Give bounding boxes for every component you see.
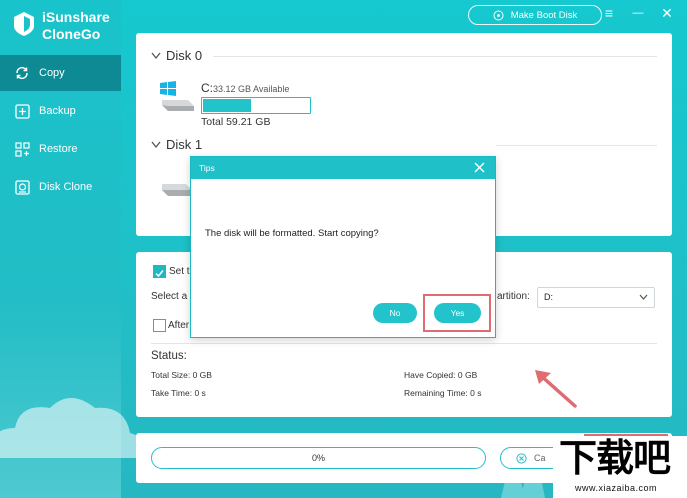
chevron-down-icon — [151, 141, 161, 148]
sidebar-item-backup[interactable]: Backup — [0, 93, 121, 129]
disk-clone-icon — [14, 179, 30, 195]
divider — [151, 343, 657, 344]
sidebar: iSunshare CloneGo Copy Backup Restore Di… — [0, 0, 146, 498]
drive-letter: C: — [201, 81, 213, 95]
total-size: Total Size: 0 GB — [151, 370, 212, 380]
watermark: 下载吧 www.xiazaiba.com — [553, 436, 687, 498]
restore-icon — [14, 141, 30, 157]
close-icon[interactable] — [472, 160, 487, 175]
status-title: Status: — [151, 350, 187, 362]
divider — [213, 56, 657, 57]
app-window: iSunshare CloneGo Copy Backup Restore Di… — [0, 0, 687, 498]
disk1-title: Disk 1 — [166, 137, 203, 152]
set-label: Set t — [169, 266, 190, 277]
app-logo: iSunshare CloneGo — [14, 9, 119, 45]
dialog-title: Tips — [199, 163, 215, 173]
set-checkbox[interactable] — [153, 265, 166, 278]
drive-usage-fill — [203, 99, 251, 112]
after-label: After — [168, 320, 190, 331]
partition-value: D: — [544, 292, 553, 302]
take-time: Take Time: 0 s — [151, 388, 206, 398]
sidebar-item-label: Copy — [39, 67, 65, 79]
select-label: Select a — [151, 291, 188, 302]
disk0-header[interactable]: Disk 0 — [151, 48, 202, 63]
chevron-down-icon — [151, 52, 161, 59]
title-bar: Make Boot Disk ≡ — ✕ — [121, 0, 687, 30]
windows-drive-icon[interactable] — [158, 80, 196, 114]
menu-icon[interactable]: ≡ — [600, 4, 618, 22]
after-checkbox[interactable] — [153, 319, 166, 332]
make-boot-disk-button[interactable]: Make Boot Disk — [468, 5, 602, 25]
dialog-message: The disk will be formatted. Start copyin… — [205, 228, 379, 239]
drive-total: Total 59.21 GB — [201, 116, 271, 128]
close-icon[interactable]: ✕ — [658, 4, 676, 22]
chevron-down-icon — [639, 294, 648, 300]
sidebar-item-copy[interactable]: Copy — [0, 55, 121, 91]
annotation-arrow — [535, 370, 577, 408]
divider — [496, 145, 657, 146]
sidebar-item-label: Restore — [39, 143, 78, 155]
logo-icon — [14, 12, 34, 36]
copy-icon — [14, 65, 30, 81]
drive-available: 33.12 GB Available — [213, 84, 290, 94]
dialog-title-bar: Tips — [191, 157, 495, 179]
no-button[interactable]: No — [373, 303, 417, 323]
watermark-text: 下载吧 — [559, 438, 671, 480]
app-name: iSunshare CloneGo — [42, 9, 110, 43]
progress-text: 0% — [311, 453, 325, 463]
remaining-time: Remaining Time: 0 s — [404, 388, 482, 398]
yes-button[interactable]: Yes — [434, 303, 481, 323]
disc-icon — [493, 10, 504, 20]
watermark-url: www.xiazaiba.com — [575, 483, 658, 493]
backup-icon — [14, 103, 30, 119]
disk1-header[interactable]: Disk 1 — [151, 137, 202, 152]
drive-c-label: C:33.12 GB Available — [201, 81, 289, 95]
make-boot-disk-label: Make Boot Disk — [510, 9, 578, 21]
sidebar-item-label: Disk Clone — [39, 181, 93, 193]
app-name-line1: iSunshare — [42, 9, 110, 25]
copy-progress-bar: 0% — [151, 447, 486, 469]
partition-select[interactable]: D: — [537, 287, 655, 308]
cancel-label: Ca — [534, 453, 546, 463]
app-name-line2: CloneGo — [42, 26, 101, 42]
sidebar-item-restore[interactable]: Restore — [0, 131, 121, 167]
have-copied: Have Copied: 0 GB — [404, 370, 478, 380]
sidebar-item-disk-clone[interactable]: Disk Clone — [0, 169, 121, 205]
cancel-icon — [516, 452, 527, 464]
drive-usage-bar — [201, 97, 311, 114]
minimize-icon[interactable]: — — [629, 4, 647, 22]
checkmark-icon — [155, 270, 164, 278]
sidebar-item-label: Backup — [39, 105, 76, 117]
tips-dialog: Tips The disk will be formatted. Start c… — [190, 156, 496, 338]
disk0-title: Disk 0 — [166, 48, 203, 63]
partition-label: artition: — [497, 291, 530, 302]
